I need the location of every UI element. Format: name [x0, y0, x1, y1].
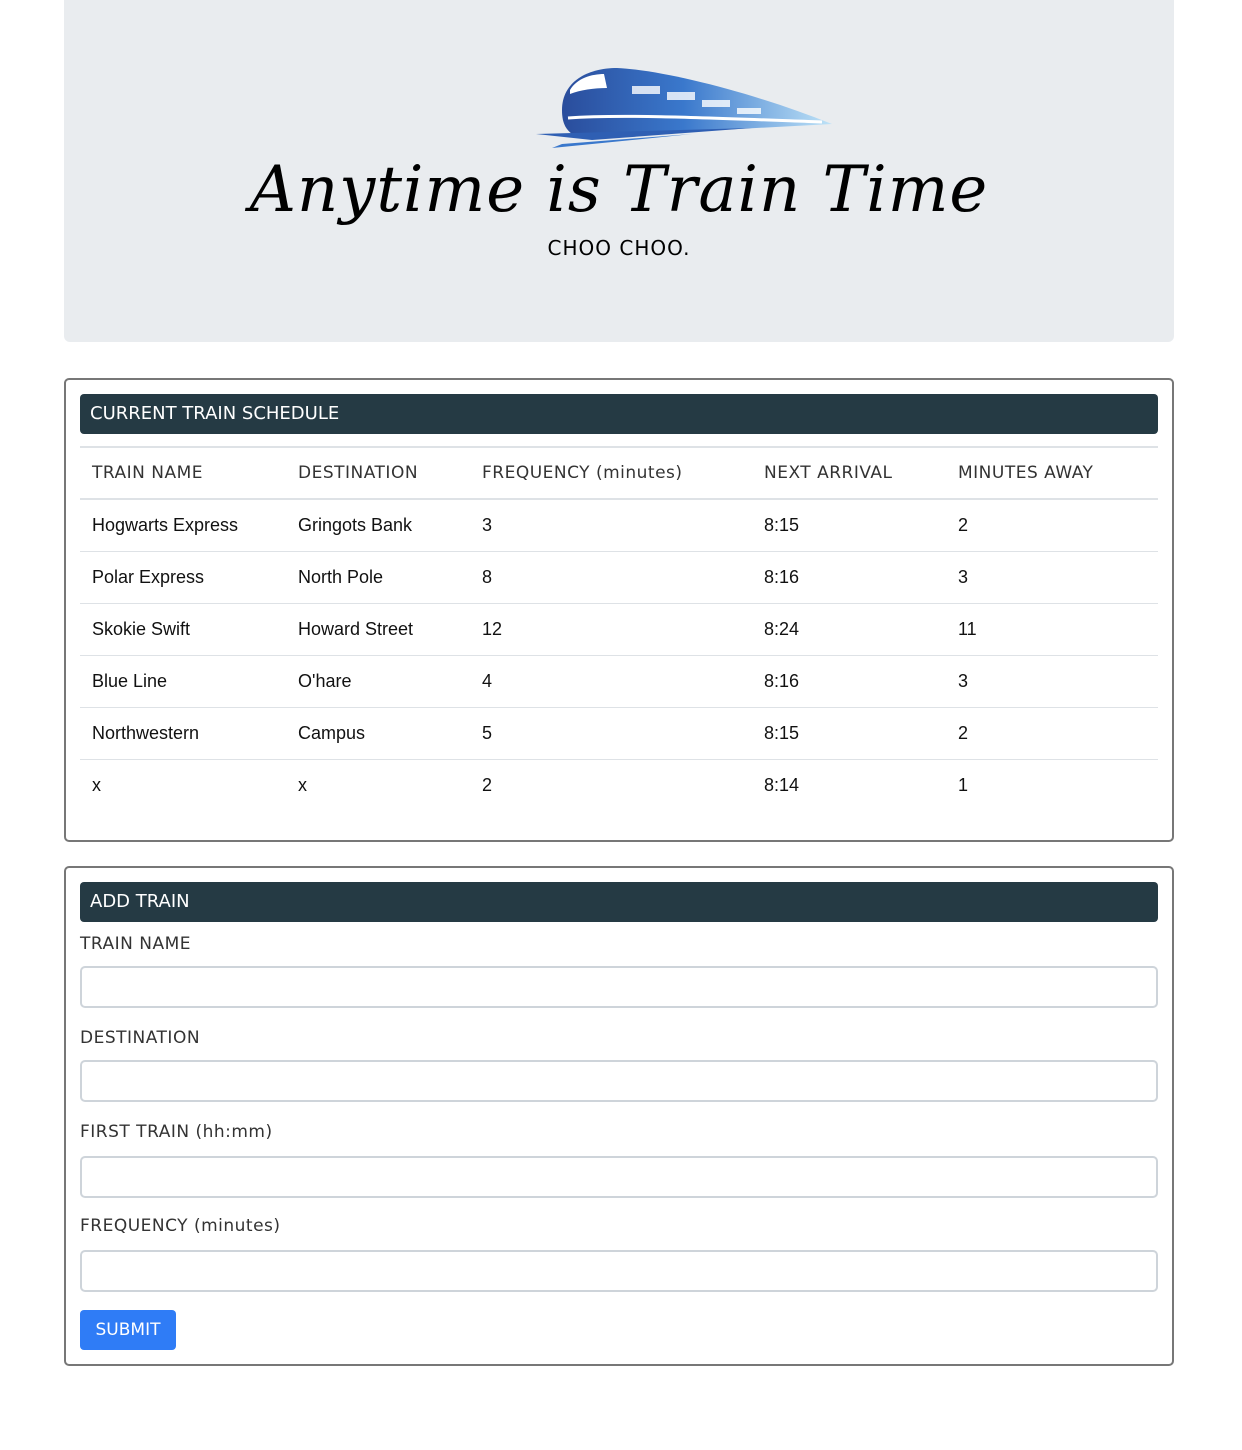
page-subtitle: CHOO CHOO.: [547, 236, 691, 260]
cell-frequency: 5: [470, 707, 752, 760]
table-row: x x 2 8:14 1: [80, 760, 1158, 812]
table-row: Polar Express North Pole 8 8:16 3: [80, 551, 1158, 604]
cell-destination: Howard Street: [286, 603, 470, 656]
column-header-train-name: TRAIN NAME: [80, 446, 286, 500]
cell-destination: O'hare: [286, 655, 470, 708]
destination-label: DESTINATION: [80, 1028, 201, 1048]
table-row: Blue Line O'hare 4 8:16 3: [80, 655, 1158, 708]
cell-frequency: 2: [482, 775, 493, 795]
table-row: Northwestern Campus 5 8:15 2: [80, 707, 1158, 760]
bullet-train-icon: [536, 68, 832, 148]
column-header-minutes-away: MINUTES AWAY: [946, 446, 1158, 500]
cell-train-name: Polar Express: [80, 551, 286, 604]
cell-frequency: 4: [470, 655, 752, 708]
cell-frequency: 8: [470, 551, 752, 604]
train-name-input[interactable]: [80, 966, 1158, 1008]
table-row: Skokie Swift Howard Street 12 8:24 11: [80, 603, 1158, 656]
column-header-next-arrival: NEXT ARRIVAL: [752, 446, 946, 500]
schedule-table-header-row: TRAIN NAME DESTINATION FREQUENCY (minute…: [80, 446, 1158, 500]
column-header-destination: DESTINATION: [286, 446, 470, 500]
schedule-card-header: CURRENT TRAIN SCHEDULE: [80, 394, 1158, 434]
cell-minutes-away: 1: [958, 775, 969, 795]
cell-minutes-away: 2: [946, 499, 1158, 552]
cell-destination: Campus: [286, 707, 470, 760]
add-train-card-header: ADD TRAIN: [80, 882, 1158, 922]
cell-frequency: 3: [470, 499, 752, 552]
first-train-input[interactable]: [80, 1156, 1158, 1198]
cell-frequency: 12: [470, 603, 752, 656]
cell-train-name: Skokie Swift: [80, 603, 286, 656]
cell-minutes-away: 2: [946, 707, 1158, 760]
cell-train-name: Northwestern: [80, 707, 286, 760]
cell-destination: x: [298, 775, 307, 795]
frequency-input[interactable]: [80, 1250, 1158, 1292]
cell-next-arrival: 8:15: [752, 707, 946, 760]
destination-input[interactable]: [80, 1060, 1158, 1102]
column-header-frequency: FREQUENCY (minutes): [470, 446, 752, 500]
cell-minutes-away: 3: [946, 551, 1158, 604]
schedule-card: CURRENT TRAIN SCHEDULE TRAIN NAME DESTIN…: [64, 378, 1174, 842]
cell-minutes-away: 3: [946, 655, 1158, 708]
frequency-label: FREQUENCY (minutes): [80, 1216, 281, 1236]
cell-destination: Gringots Bank: [286, 499, 470, 552]
table-row: Hogwarts Express Gringots Bank 3 8:15 2: [80, 499, 1158, 552]
cell-train-name: Blue Line: [80, 655, 286, 708]
cell-next-arrival: 8:15: [752, 499, 946, 552]
add-train-card: ADD TRAIN TRAIN NAME DESTINATION FIRST T…: [64, 866, 1174, 1366]
schedule-table: TRAIN NAME DESTINATION FREQUENCY (minute…: [80, 446, 1158, 811]
cell-train-name: x: [92, 775, 101, 795]
first-train-label: FIRST TRAIN (hh:mm): [80, 1122, 273, 1142]
train-name-label: TRAIN NAME: [80, 934, 192, 954]
cell-train-name: Hogwarts Express: [80, 499, 286, 552]
cell-next-arrival: 8:24: [752, 603, 946, 656]
cell-minutes-away: 11: [946, 603, 1158, 656]
cell-next-arrival: 8:16: [752, 551, 946, 604]
cell-next-arrival: 8:16: [752, 655, 946, 708]
cell-destination: North Pole: [286, 551, 470, 604]
jumbotron-header: Anytime is Train Time CHOO CHOO.: [64, 0, 1174, 342]
page-title: Anytime is Train Time: [249, 153, 989, 227]
submit-button[interactable]: SUBMIT: [80, 1310, 176, 1350]
cell-next-arrival: 8:14: [764, 775, 800, 795]
